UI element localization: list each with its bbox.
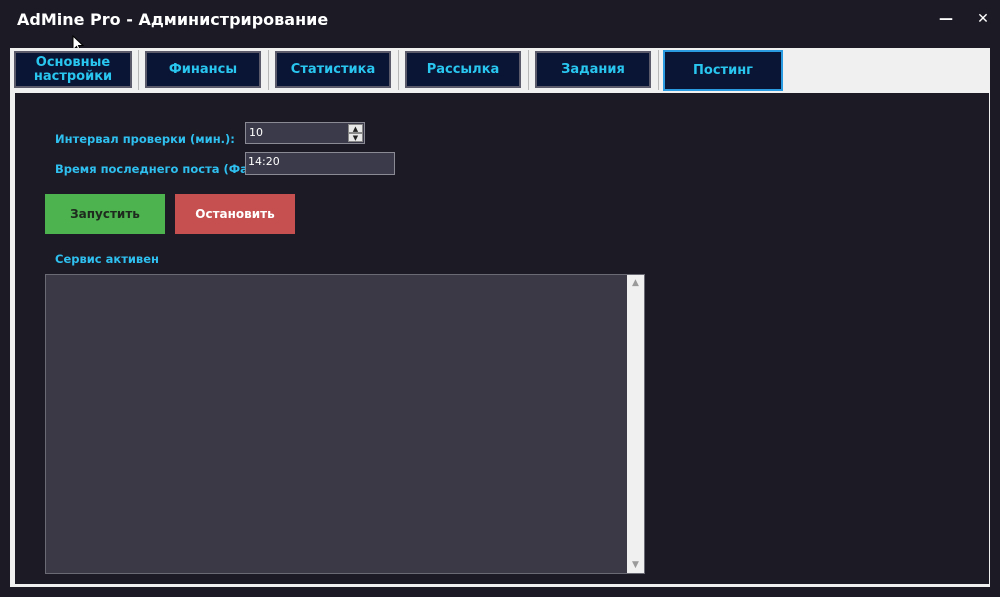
tab-separator (138, 50, 139, 90)
scroll-up-icon[interactable]: ▲ (627, 275, 644, 291)
window-border-left (0, 40, 10, 597)
window-border-right (990, 40, 1000, 597)
stepper-buttons: ▲ ▼ (348, 124, 363, 142)
start-button[interactable]: Запустить (45, 194, 165, 234)
log-scrollbar[interactable]: ▲ ▼ (627, 275, 644, 573)
service-status-label: Сервис активен (55, 252, 159, 266)
stop-button[interactable]: Остановить (175, 194, 295, 234)
window-title: AdMine Pro - Администрирование (17, 10, 329, 29)
interval-value: 10 (249, 126, 263, 139)
last-post-label: Время последнего поста (Файл): (55, 162, 275, 176)
tab-basic-settings[interactable]: Основные настройки (14, 51, 132, 88)
stepper-up-icon[interactable]: ▲ (348, 124, 363, 133)
window-border-bottom (0, 587, 1000, 597)
scroll-down-icon[interactable]: ▼ (627, 557, 644, 573)
tab-label: Финансы (168, 61, 238, 77)
tab-posting[interactable]: Постинг (663, 50, 783, 91)
tab-tasks[interactable]: Задания (535, 51, 651, 88)
tab-separator (528, 50, 529, 90)
title-bar: AdMine Pro - Администрирование — ✕ (0, 0, 1000, 40)
last-post-time-field[interactable]: 14:20 (245, 152, 395, 175)
tab-label: Основные настройки (33, 54, 113, 84)
minimize-button[interactable]: — (935, 8, 957, 30)
close-button[interactable]: ✕ (972, 8, 994, 30)
tab-statistics[interactable]: Статистика (275, 51, 391, 88)
stepper-down-icon[interactable]: ▼ (348, 133, 363, 142)
tab-separator (658, 50, 659, 90)
interval-stepper[interactable]: 10 ▲ ▼ (245, 122, 365, 144)
tab-label: Задания (561, 61, 625, 77)
tab-finance[interactable]: Финансы (145, 51, 261, 88)
tab-label: Статистика (290, 61, 376, 77)
tab-label: Рассылка (426, 61, 500, 77)
tab-label: Постинг (693, 62, 753, 78)
tab-mailing[interactable]: Рассылка (405, 51, 521, 88)
interval-label: Интервал проверки (мин.): (55, 132, 235, 146)
last-post-time-value: 14:20 (248, 155, 280, 168)
log-textarea[interactable]: ▲ ▼ (45, 274, 645, 574)
tab-separator (268, 50, 269, 90)
tab-separator (398, 50, 399, 90)
